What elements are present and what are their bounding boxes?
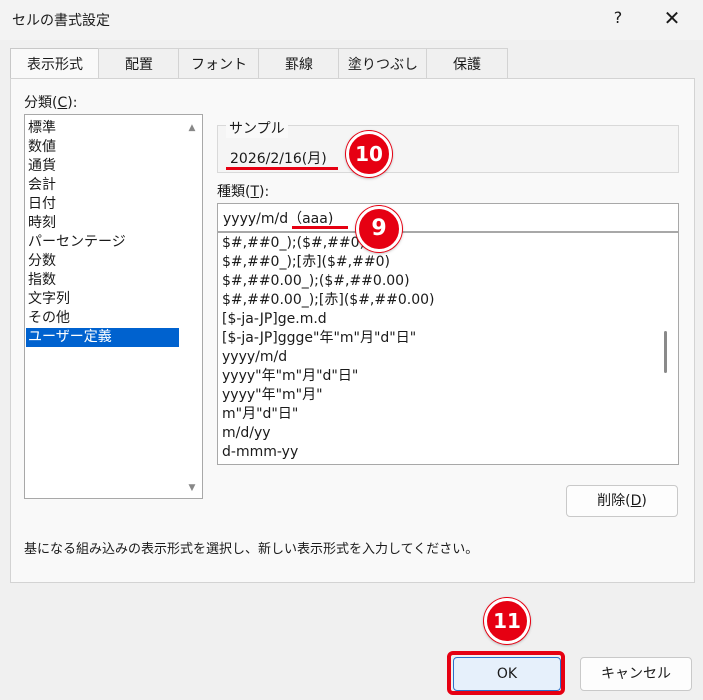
category-item[interactable]: 標準 xyxy=(26,119,179,138)
format-item[interactable]: yyyy/m/d xyxy=(222,348,287,367)
type-label: 種類(T): xyxy=(217,184,270,200)
format-item[interactable]: [$-ja-JP]ge.m.d xyxy=(222,310,327,329)
tab-fill[interactable]: 塗りつぶし xyxy=(338,48,428,79)
tab-font[interactable]: フォント xyxy=(178,48,260,79)
description-text: 基になる組み込みの表示形式を選択し、新しい表示形式を入力してください。 xyxy=(24,542,479,557)
annotation-badge-11: 11 xyxy=(484,598,530,644)
format-item[interactable]: $#,##0.00_);($#,##0.00) xyxy=(222,272,410,291)
annotation-badge-10: 10 xyxy=(346,131,392,177)
category-item[interactable]: 数値 xyxy=(26,138,179,157)
format-item[interactable]: $#,##0.00_);[赤]($#,##0.00) xyxy=(222,291,434,310)
tab-number-format[interactable]: 表示形式 xyxy=(10,48,100,80)
format-item[interactable]: m"月"d"日" xyxy=(222,405,298,424)
category-item[interactable]: 指数 xyxy=(26,271,179,290)
delete-button[interactable]: 削除(D) xyxy=(566,485,678,517)
close-icon[interactable]: ✕ xyxy=(660,6,684,30)
format-item[interactable]: d-mmm-yy xyxy=(222,443,298,462)
tab-protection[interactable]: 保護 xyxy=(426,48,508,79)
category-list[interactable]: 標準 数値 通貨 会計 日付 時刻 パーセンテージ 分数 指数 文字列 その他 … xyxy=(24,114,203,499)
type-input[interactable]: yyyy/m/d（aaa) xyxy=(217,203,679,232)
format-item[interactable]: $#,##0_);($#,##0) xyxy=(222,234,365,253)
dialog-title: セルの書式設定 xyxy=(12,13,110,29)
category-item[interactable]: パーセンテージ xyxy=(26,233,179,252)
type-highlight-underline xyxy=(292,226,348,229)
format-scrollbar-thumb[interactable] xyxy=(664,331,667,373)
annotation-badge-9: 9 xyxy=(356,206,402,252)
help-button[interactable]: ? xyxy=(608,8,628,27)
category-item-selected[interactable]: ユーザー定義 xyxy=(26,328,179,347)
category-item[interactable]: 時刻 xyxy=(26,214,179,233)
scroll-down-icon[interactable]: ▼ xyxy=(184,481,200,495)
format-item[interactable]: yyyy"年"m"月" xyxy=(222,386,323,405)
ok-highlight-box xyxy=(447,651,565,695)
type-input-value[interactable]: yyyy/m/d（aaa) xyxy=(223,208,333,228)
format-item[interactable]: [$-ja-JP]ggge"年"m"月"d"日" xyxy=(222,329,416,348)
category-item[interactable]: 会計 xyxy=(26,176,179,195)
tab-border[interactable]: 罫線 xyxy=(258,48,340,79)
category-item[interactable]: 分数 xyxy=(26,252,179,271)
category-item[interactable]: 文字列 xyxy=(26,290,179,309)
category-item[interactable]: その他 xyxy=(26,309,179,328)
format-item[interactable]: m/d/yy xyxy=(222,424,271,443)
format-list[interactable]: $#,##0_);($#,##0) $#,##0_);[赤]($#,##0) $… xyxy=(217,232,679,465)
scroll-up-icon[interactable]: ▲ xyxy=(184,121,200,135)
format-item[interactable]: yyyy"年"m"月"d"日" xyxy=(222,367,358,386)
category-label: 分類(C): xyxy=(24,95,78,111)
sample-value: 2026/2/16(月) xyxy=(230,151,327,167)
sample-label: サンプル xyxy=(226,118,288,138)
format-item[interactable]: $#,##0_);[赤]($#,##0) xyxy=(222,253,390,272)
category-item[interactable]: 通貨 xyxy=(26,157,179,176)
cancel-button[interactable]: キャンセル xyxy=(580,657,692,691)
sample-highlight-underline xyxy=(226,167,338,170)
tab-alignment[interactable]: 配置 xyxy=(98,48,180,79)
category-item[interactable]: 日付 xyxy=(26,195,179,214)
